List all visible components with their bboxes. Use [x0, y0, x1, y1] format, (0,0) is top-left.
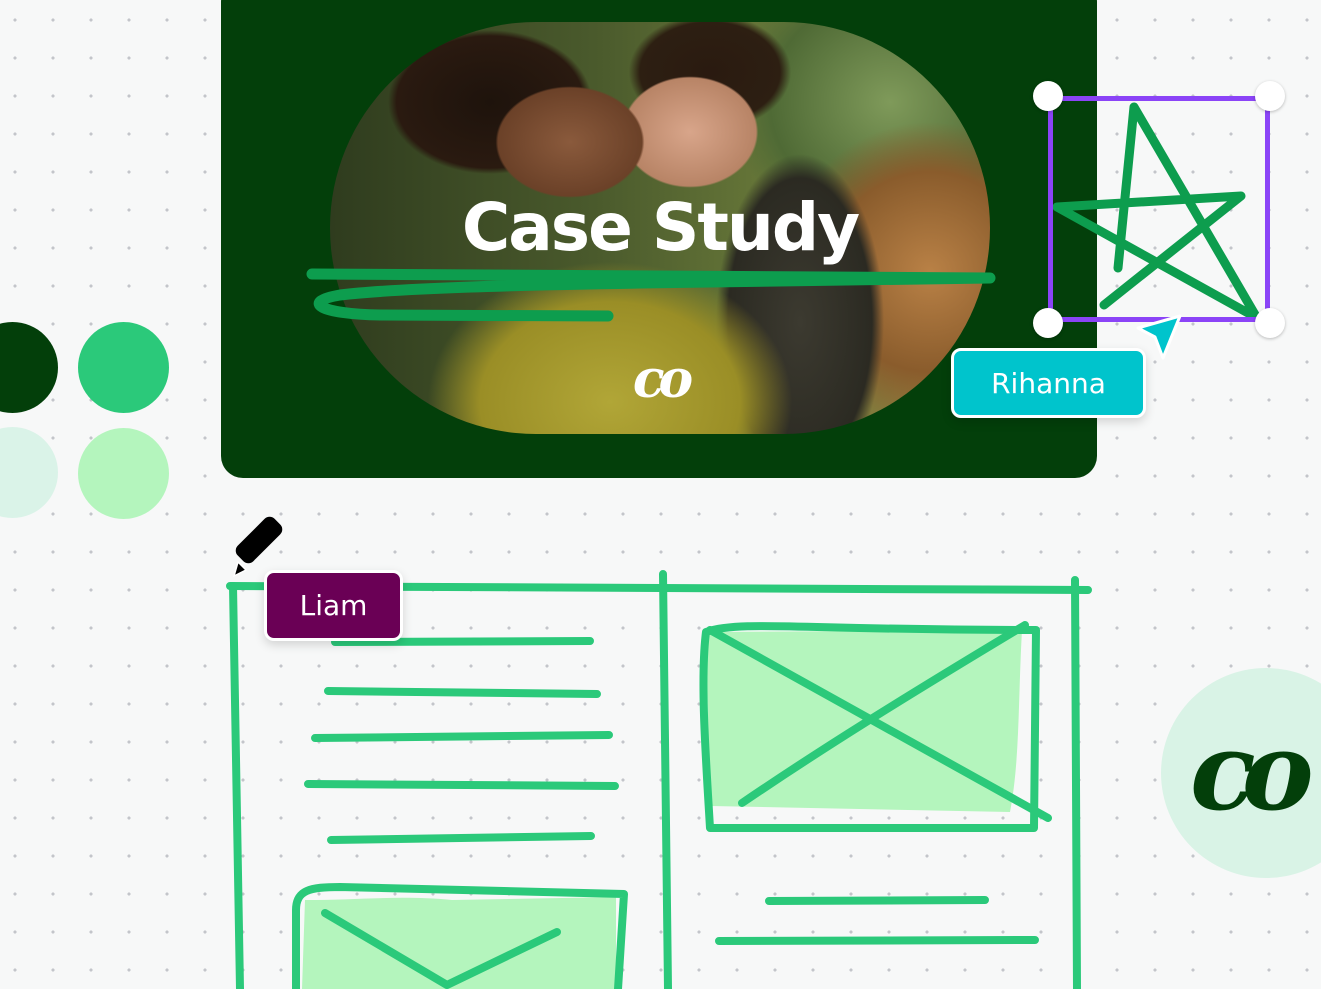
image-placeholder-fill-2 — [302, 897, 616, 989]
brand-logo: co — [632, 349, 693, 410]
collaborator-tag-rihanna: Rihanna — [951, 348, 1146, 418]
hero-title[interactable]: Case Study — [330, 188, 990, 268]
collaborator-name: Rihanna — [991, 366, 1106, 400]
image-placeholder-left[interactable] — [292, 883, 628, 989]
collaborator-name: Liam — [299, 589, 368, 622]
image-placeholder-fill — [706, 630, 1022, 812]
resize-handle-bottom-left[interactable] — [1033, 308, 1063, 338]
swatch-green[interactable] — [78, 322, 169, 413]
resize-handle-bottom-right[interactable] — [1255, 308, 1285, 338]
collaborator-tag-liam: Liam — [264, 570, 403, 641]
swatch-dark-green[interactable] — [0, 322, 58, 413]
selection-box[interactable] — [1048, 96, 1270, 322]
resize-handle-top-right[interactable] — [1255, 81, 1285, 111]
badge-logo: co — [1190, 709, 1314, 835]
swatch-pale-mint[interactable] — [0, 427, 58, 518]
image-placeholder-right[interactable] — [699, 621, 1052, 832]
resize-handle-top-left[interactable] — [1033, 81, 1063, 111]
swatch-light-green[interactable] — [78, 428, 169, 519]
